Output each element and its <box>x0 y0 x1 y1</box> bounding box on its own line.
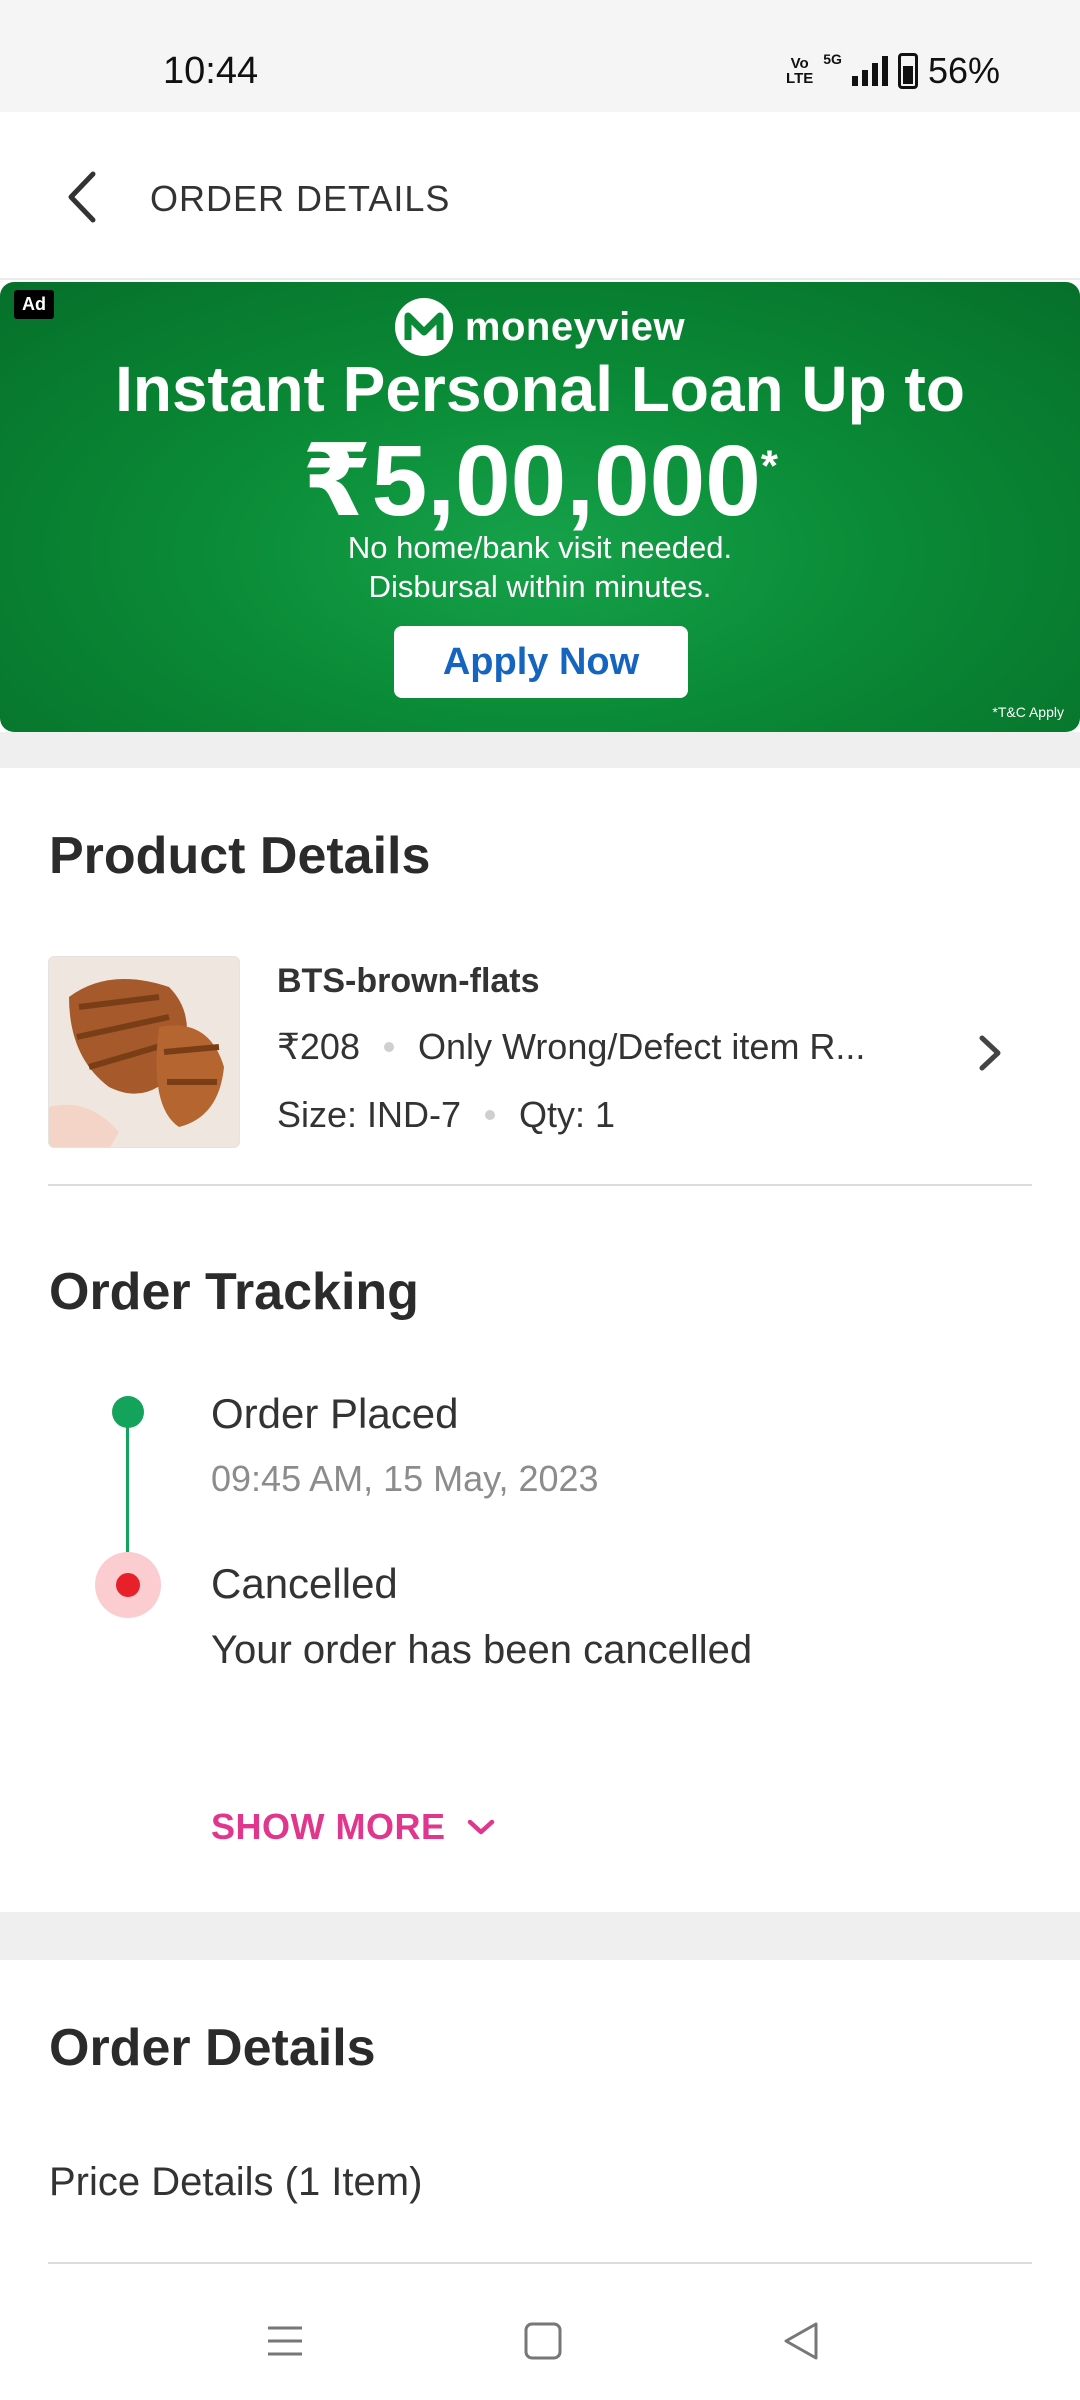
home-nav-button[interactable] <box>516 2314 570 2368</box>
divider <box>48 1184 1032 1186</box>
price-details-label: Price Details (1 Item) <box>49 2160 423 2204</box>
ad-subtext: No home/bank visit needed. <box>347 530 733 565</box>
return-policy: Only Wrong/Defect item R... <box>417 1026 866 1067</box>
product-name: BTS-brown-flats <box>277 962 540 1000</box>
product-price: ₹208 <box>277 1026 360 1067</box>
product-image <box>48 956 240 1148</box>
step-complete-icon <box>112 1396 144 1428</box>
product-size: Size: IND-7 <box>277 1094 462 1135</box>
divider <box>48 2262 1032 2264</box>
volte-icon: Vo LTE <box>786 55 814 87</box>
show-more-button[interactable]: SHOW MORE <box>211 1806 496 1848</box>
separator-dot <box>485 1110 496 1120</box>
tracking-line <box>126 1412 129 1552</box>
chevron-down-icon <box>467 1819 494 1835</box>
back-triangle-icon <box>784 2322 818 2360</box>
step-cancelled-dot <box>116 1573 140 1597</box>
tracking-step-title: Order Placed <box>211 1390 459 1437</box>
app-header: ORDER DETAILS <box>0 112 1080 280</box>
brand-logo: moneyview <box>0 298 1080 356</box>
menu-icon <box>268 2326 302 2356</box>
tracking-step-title: Cancelled <box>211 1560 398 1607</box>
battery-percent: 56% <box>927 50 1000 91</box>
order-tracking-title: Order Tracking <box>49 1263 419 1321</box>
network-type: 5G <box>823 51 842 67</box>
signal-icon <box>851 56 888 86</box>
product-size-row: Size: IND-7 Qty: 1 <box>277 1094 615 1136</box>
ad-subtext: Disbursal within minutes. <box>368 569 712 604</box>
order-details-title: Order Details <box>49 2019 376 2077</box>
status-time: 10:44 <box>163 50 259 92</box>
status-icons: Vo LTE 5G 56% <box>786 50 1000 92</box>
section-divider <box>0 732 1080 768</box>
show-more-label: SHOW MORE <box>211 1806 446 1847</box>
battery-icon <box>897 53 918 89</box>
chevron-right-icon[interactable] <box>970 1028 1010 1078</box>
tracking-step-time: 09:45 AM, 15 May, 2023 <box>211 1458 599 1499</box>
tracking-step-desc: Your order has been cancelled <box>211 1628 753 1672</box>
chevron-left-icon <box>68 171 96 223</box>
home-square-icon <box>524 2322 562 2360</box>
apply-now-button[interactable]: Apply Now <box>394 626 688 698</box>
section-divider <box>0 1912 1080 1960</box>
status-bar: 10:44 Vo LTE 5G 56% <box>0 0 1080 112</box>
back-nav-button[interactable] <box>774 2314 828 2368</box>
menu-nav-button[interactable] <box>258 2314 312 2368</box>
terms-note: *T&C Apply <box>992 704 1064 720</box>
page-title: ORDER DETAILS <box>150 178 451 219</box>
product-qty: Qty: 1 <box>519 1094 616 1135</box>
product-details-title: Product Details <box>49 827 431 885</box>
brand-name: moneyview <box>464 304 686 349</box>
ad-banner[interactable]: Ad moneyview Instant Personal Loan Up to… <box>0 282 1080 732</box>
system-nav-bar <box>0 2280 1080 2400</box>
moneyview-logo-icon <box>394 298 453 356</box>
ad-headline: Instant Personal Loan Up to <box>115 353 965 425</box>
ad-amount: ₹5,00,000* <box>302 425 778 537</box>
back-button[interactable] <box>55 162 115 232</box>
separator-dot <box>383 1042 394 1052</box>
product-price-row: ₹208 Only Wrong/Defect item R... <box>277 1026 865 1068</box>
